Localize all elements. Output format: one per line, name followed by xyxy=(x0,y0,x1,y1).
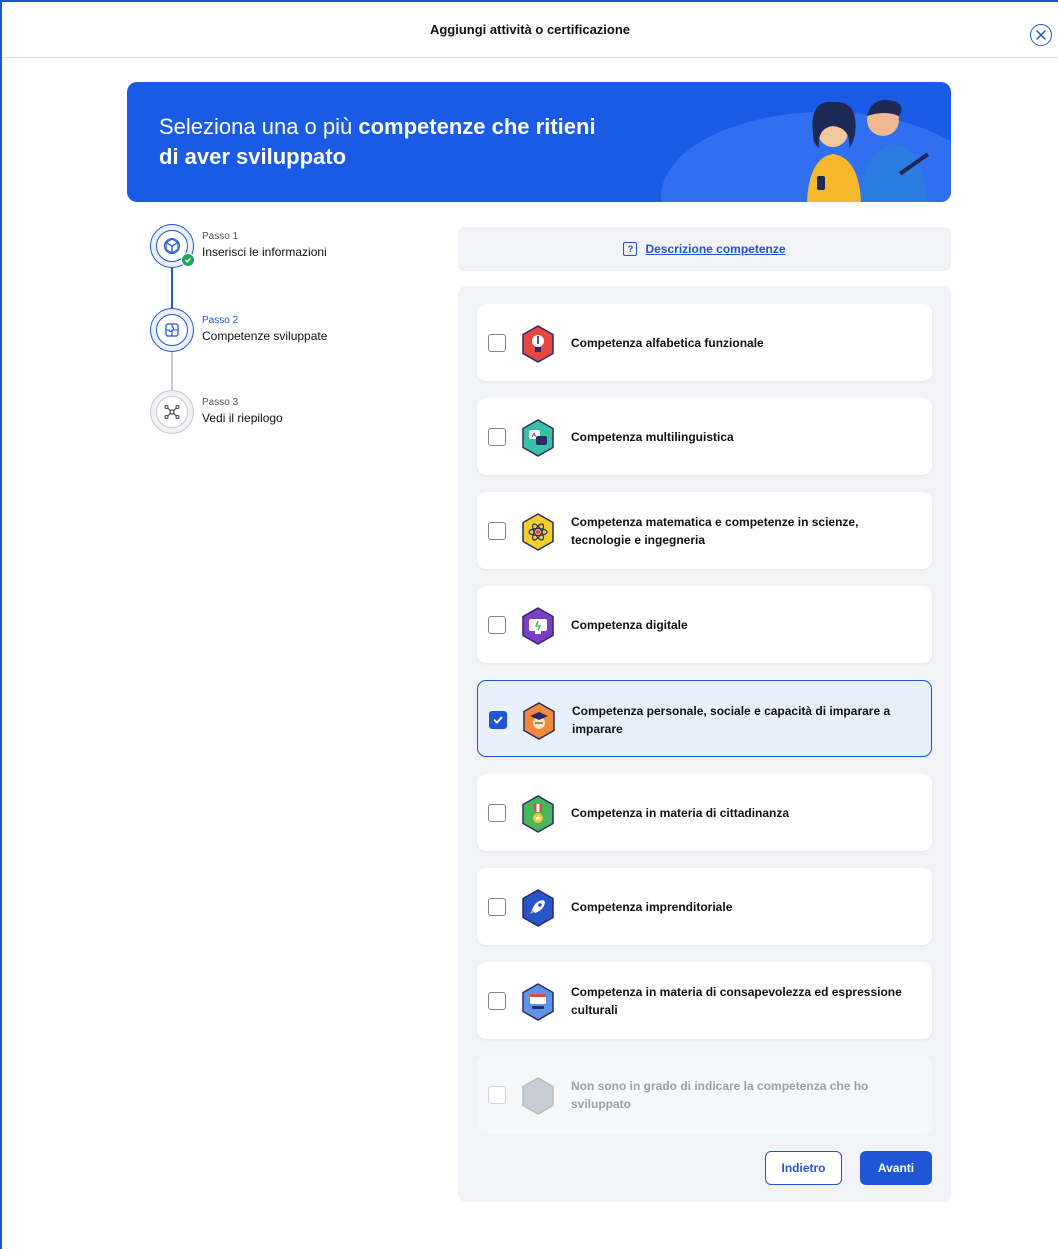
description-link[interactable]: Descrizione competenze xyxy=(645,242,785,256)
step-1-label: Inserisci le informazioni xyxy=(202,245,327,259)
stepper-connector-1 xyxy=(171,268,173,308)
checkbox[interactable] xyxy=(488,804,506,822)
step-1-number: Passo 1 xyxy=(202,231,239,242)
competence-card[interactable]: Competenza personale, sociale e capacità… xyxy=(477,680,932,757)
empty-hexagon-icon xyxy=(519,1076,557,1116)
stepper-connector-2 xyxy=(171,350,173,390)
check-badge-icon xyxy=(181,253,195,267)
checkmark-icon xyxy=(493,716,503,724)
competence-label: Competenza matematica e competenze in sc… xyxy=(571,514,859,547)
progress-stepper: Passo 1 Inserisci le informazioni Passo … xyxy=(150,224,410,444)
network-icon xyxy=(164,404,180,420)
puzzle-icon xyxy=(165,323,179,337)
modal-header: Aggiungi attività o certificazione xyxy=(2,2,1058,58)
checkbox[interactable] xyxy=(488,428,506,446)
close-button[interactable] xyxy=(1030,24,1052,46)
modal-title: Aggiungi attività o certificazione xyxy=(429,22,631,37)
step-2-number: Passo 2 xyxy=(202,315,239,326)
competence-card[interactable]: Competenza digitale xyxy=(477,586,932,663)
lightbulb-pen-icon xyxy=(519,324,557,364)
modal-window: Aggiungi attività o certificazione Selez… xyxy=(0,0,1058,1249)
step-2-label: Competenze sviluppate xyxy=(202,329,328,343)
competence-card[interactable]: Competenza imprenditoriale xyxy=(477,868,932,945)
hero-banner: Seleziona una o più competenze che ritie… xyxy=(127,82,951,202)
checkbox[interactable] xyxy=(488,992,506,1010)
competence-card[interactable]: Competenza in materia di cittadinanza xyxy=(477,774,932,851)
competence-label: Competenza alfabetica funzionale xyxy=(571,335,764,350)
competence-label: Competenza in materia di consapevolezza … xyxy=(571,984,902,1017)
graduation-icon xyxy=(520,701,558,741)
step-2[interactable]: Passo 2 Competenze sviluppate xyxy=(150,308,410,352)
step-3-label: Vedi il riepilogo xyxy=(202,411,283,425)
hero-heading-normal: Seleziona una o più xyxy=(159,114,359,139)
languages-icon: A xyxy=(519,418,557,458)
checkbox[interactable] xyxy=(488,898,506,916)
competence-label: Competenza imprenditoriale xyxy=(571,899,733,914)
competence-label: Competenza in materia di cittadinanza xyxy=(571,805,790,820)
competence-card[interactable]: Competenza in materia di consapevolezza … xyxy=(477,962,932,1039)
competence-label: Competenza digitale xyxy=(571,617,688,632)
next-button[interactable]: Avanti xyxy=(860,1151,932,1185)
step-2-circle xyxy=(150,308,194,352)
hero-heading: Seleziona una o più competenze che ritie… xyxy=(159,112,596,172)
competence-label: Competenza personale, sociale e capacità… xyxy=(572,703,891,736)
description-bar: ? Descrizione competenze xyxy=(458,227,951,271)
back-button[interactable]: Indietro xyxy=(765,1151,842,1185)
step-3[interactable]: Passo 3 Vedi il riepilogo xyxy=(150,390,410,434)
help-icon: ? xyxy=(623,242,638,256)
competence-card: Non sono in grado di indicare la compete… xyxy=(477,1056,932,1133)
competence-label: Competenza multilinguistica xyxy=(571,429,734,444)
atom-icon xyxy=(519,512,557,552)
checkbox[interactable] xyxy=(488,334,506,352)
competence-card[interactable]: Competenza alfabetica funzionale xyxy=(477,304,932,381)
step-1-circle xyxy=(150,224,195,268)
rocket-icon xyxy=(519,888,557,928)
competence-card[interactable]: A Competenza multilinguistica xyxy=(477,398,932,475)
step-3-circle xyxy=(150,390,194,434)
close-icon xyxy=(1036,30,1046,40)
medal-icon xyxy=(519,794,557,834)
step-3-number: Passo 3 xyxy=(202,397,239,408)
hero-heading-bold-line2: di aver sviluppato xyxy=(159,144,347,169)
checkbox[interactable] xyxy=(488,522,506,540)
cube-icon xyxy=(164,238,180,254)
theater-icon xyxy=(519,982,557,1022)
monitor-icon xyxy=(519,606,557,646)
checkbox[interactable] xyxy=(488,616,506,634)
checkbox-checked[interactable] xyxy=(489,711,507,729)
checkbox xyxy=(488,1086,506,1104)
competences-panel: Competenza alfabetica funzionale A Compete… xyxy=(458,286,951,1202)
hero-heading-bold: competenze che ritieni xyxy=(358,114,596,139)
competence-card[interactable]: Competenza matematica e competenze in sc… xyxy=(477,492,932,569)
students-illustration xyxy=(807,99,930,202)
competence-label: Non sono in grado di indicare la compete… xyxy=(571,1078,869,1111)
step-1[interactable]: Passo 1 Inserisci le informazioni xyxy=(150,224,410,268)
